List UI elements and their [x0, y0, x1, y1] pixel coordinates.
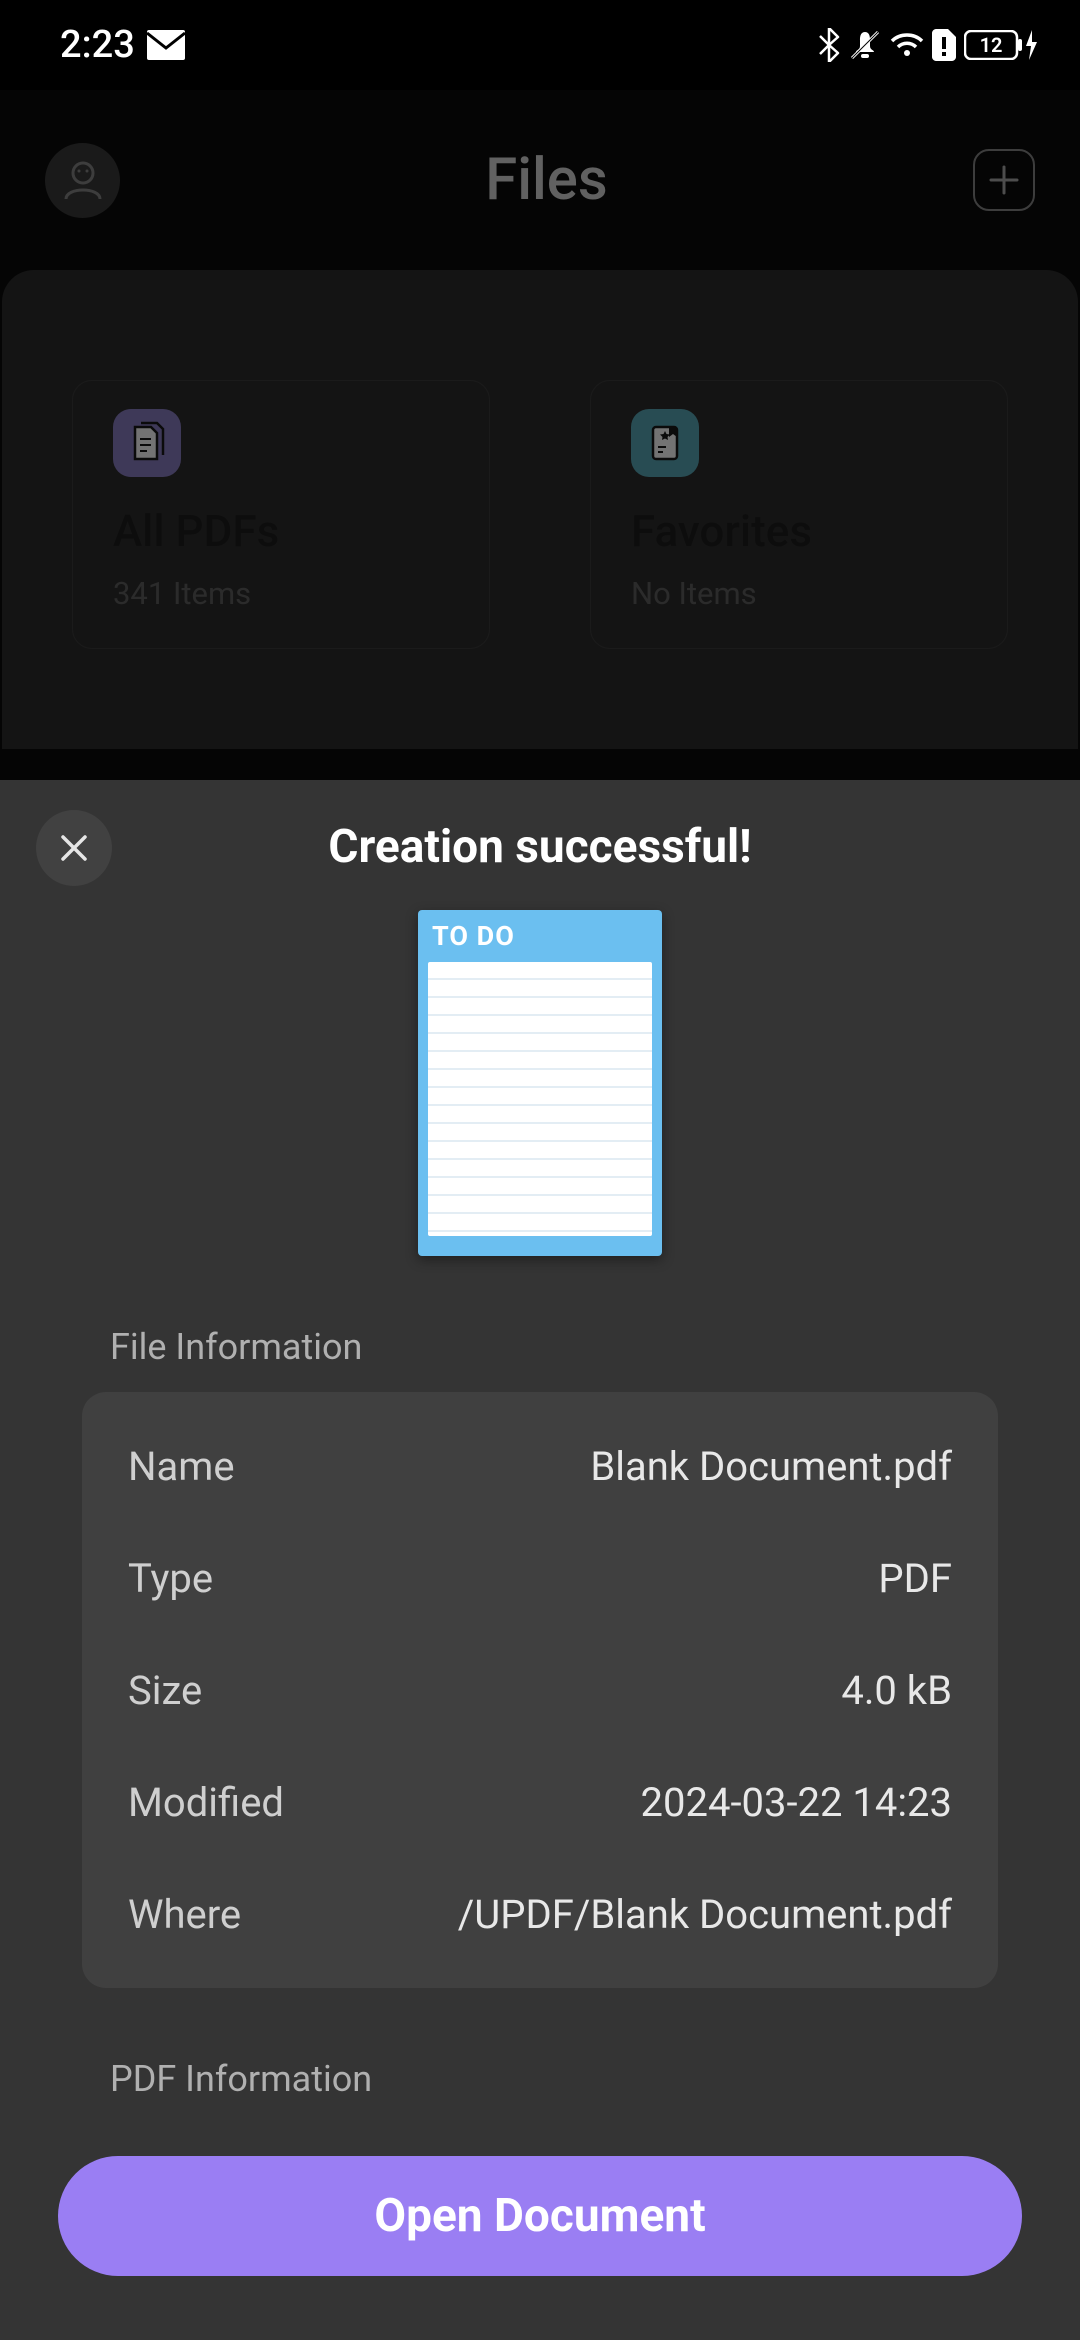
- info-value: /UPDF/Blank Document.pdf: [458, 1891, 952, 1938]
- mail-icon: [147, 30, 185, 60]
- thumbnail-page: [428, 962, 652, 1236]
- open-document-button[interactable]: Open Document: [58, 2156, 1022, 2276]
- mute-icon: [848, 28, 882, 62]
- file-info-label: File Information: [0, 1256, 1080, 1392]
- info-row-where: Where /UPDF/Blank Document.pdf: [128, 1858, 952, 1970]
- info-label: Where: [128, 1891, 241, 1938]
- status-left: 2:23: [60, 23, 185, 67]
- pdf-info-label: PDF Information: [0, 1988, 1080, 2124]
- open-document-label: Open Document: [374, 2189, 705, 2243]
- status-time: 2:23: [60, 23, 135, 67]
- battery-icon: 12: [964, 30, 1038, 60]
- status-right: 12: [818, 28, 1038, 62]
- sim-alert-icon: [932, 29, 956, 61]
- status-bar: 2:23 12: [0, 0, 1080, 90]
- info-row-name: Name Blank Document.pdf: [128, 1410, 952, 1522]
- sheet-header: Creation successful!: [0, 780, 1080, 874]
- creation-success-sheet: Creation successful! TO DO File Informat…: [0, 780, 1080, 2340]
- info-value: 4.0 kB: [841, 1667, 952, 1714]
- document-thumbnail: TO DO: [418, 910, 662, 1256]
- info-label: Name: [128, 1443, 235, 1490]
- bluetooth-icon: [818, 28, 840, 62]
- info-value: PDF: [878, 1555, 952, 1602]
- info-row-type: Type PDF: [128, 1522, 952, 1634]
- info-value: Blank Document.pdf: [590, 1443, 952, 1490]
- battery-level: 12: [980, 33, 1003, 57]
- close-button[interactable]: [36, 810, 112, 886]
- info-label: Modified: [128, 1779, 284, 1826]
- info-label: Size: [128, 1667, 202, 1714]
- document-thumbnail-wrap: TO DO: [0, 910, 1080, 1256]
- info-row-size: Size 4.0 kB: [128, 1634, 952, 1746]
- file-info-box: Name Blank Document.pdf Type PDF Size 4.…: [82, 1392, 998, 1988]
- info-row-modified: Modified 2024-03-22 14:23: [128, 1746, 952, 1858]
- wifi-icon: [890, 31, 924, 59]
- sheet-title: Creation successful!: [0, 820, 1080, 874]
- info-value: 2024-03-22 14:23: [641, 1779, 952, 1826]
- thumbnail-title: TO DO: [428, 920, 652, 962]
- info-label: Type: [128, 1555, 213, 1602]
